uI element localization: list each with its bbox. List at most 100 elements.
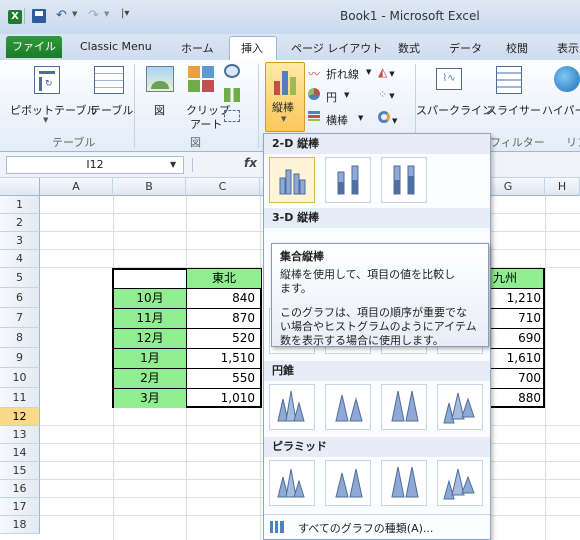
shapes-button[interactable]	[224, 64, 250, 84]
pivot-table-button[interactable]: ↻ ピボットテーブル ▼	[10, 64, 97, 130]
month-cell[interactable]: 11月	[114, 309, 186, 328]
picture-label: 図	[154, 104, 165, 117]
tooltip-text: ます。	[280, 282, 312, 295]
month-cell[interactable]: 12月	[114, 329, 186, 348]
header-tohoku[interactable]: 東北	[187, 269, 261, 288]
row-header-13[interactable]: 13	[0, 426, 40, 444]
row-header-1[interactable]: 1	[0, 196, 40, 214]
stacked-column-option[interactable]	[325, 157, 371, 203]
redo-icon[interactable]: ↷	[88, 9, 102, 23]
value-cell-g[interactable]: 700	[489, 369, 541, 388]
excel-icon[interactable]: X	[8, 10, 22, 24]
area-chart-button[interactable]: ◭ ▼	[378, 65, 408, 83]
row-header-18[interactable]: 18	[0, 516, 40, 534]
line-chart-icon: 〰	[308, 67, 321, 81]
column-header-c[interactable]: C	[186, 178, 260, 196]
value-cell-c[interactable]: 1,510	[187, 349, 255, 368]
other-charts-button[interactable]: ▼	[378, 111, 408, 129]
save-icon[interactable]	[32, 9, 46, 23]
clustered-column-option[interactable]	[269, 157, 315, 203]
month-cell[interactable]: 3月	[114, 389, 186, 408]
row-header-10[interactable]: 10	[0, 368, 40, 388]
name-box[interactable]: I12	[6, 156, 184, 174]
tab-file[interactable]: ファイル	[6, 36, 62, 58]
value-cell-g[interactable]: 880	[489, 389, 541, 408]
stacked-pyramid-option[interactable]	[325, 460, 371, 506]
row-header-4[interactable]: 4	[0, 250, 40, 268]
column-chart-button[interactable]: 縦棒 ▼	[265, 62, 305, 132]
row-header-16[interactable]: 16	[0, 480, 40, 498]
100-stacked-pyramid-option[interactable]	[381, 460, 427, 506]
bar-chart-button[interactable]: 横棒 ▼	[308, 111, 372, 129]
row-header-17[interactable]: 17	[0, 498, 40, 516]
value-cell-c[interactable]: 550	[187, 369, 255, 388]
line-chart-button[interactable]: 〰 折れ線 ▼	[308, 65, 374, 83]
insert-function-icon[interactable]: fx	[244, 156, 257, 170]
hyperlink-button[interactable]: ハイパー	[540, 64, 580, 130]
pie-chart-button[interactable]: 円 ▼	[308, 88, 356, 106]
row-header-15[interactable]: 15	[0, 462, 40, 480]
pyramid-option[interactable]	[269, 460, 315, 506]
row-header-8[interactable]: 8	[0, 328, 40, 348]
shapes-icon	[224, 64, 240, 78]
100-stacked-cone-option[interactable]	[381, 384, 427, 430]
tab-home[interactable]: ホーム	[181, 40, 214, 56]
doughnut-chart-icon	[378, 111, 390, 123]
row-header-11[interactable]: 11	[0, 388, 40, 408]
screenshot-button[interactable]	[224, 110, 250, 130]
value-cell-g[interactable]: 1,210	[489, 289, 541, 308]
value-cell-g[interactable]: 710	[489, 309, 541, 328]
select-all-corner[interactable]	[0, 178, 40, 196]
clipart-button[interactable]: クリップ アート	[180, 64, 230, 131]
slicer-icon	[496, 66, 522, 94]
scatter-chart-button[interactable]: ⁘ ▼	[378, 88, 408, 106]
row-header-12-selected[interactable]: 12	[0, 408, 40, 426]
row-header-9[interactable]: 9	[0, 348, 40, 368]
stacked-cone-option[interactable]	[325, 384, 371, 430]
tab-insert[interactable]: 挿入	[241, 40, 263, 56]
value-cell-c[interactable]: 870	[187, 309, 255, 328]
undo-dropdown-icon[interactable]: ▼	[72, 10, 77, 18]
100-stacked-column-option[interactable]	[381, 157, 427, 203]
sparkline-button[interactable]: ⌇∿ スパークライン	[416, 64, 493, 130]
row-header-2[interactable]: 2	[0, 214, 40, 232]
redo-dropdown-icon[interactable]: ▼	[104, 10, 109, 18]
customize-qat-icon[interactable]: |▾	[121, 8, 129, 19]
tab-review[interactable]: 校閲	[506, 40, 528, 56]
row-header-7[interactable]: 7	[0, 308, 40, 328]
tab-view[interactable]: 表示	[557, 40, 579, 56]
undo-icon[interactable]: ↶	[56, 9, 70, 23]
row-header-5[interactable]: 5	[0, 268, 40, 288]
value-cell-g[interactable]: 1,610	[489, 349, 541, 368]
all-chart-types-link[interactable]: すべてのグラフの種類(A)...	[264, 514, 490, 538]
slicer-button[interactable]: スライサー	[484, 64, 541, 130]
month-cell[interactable]: 10月	[114, 289, 186, 308]
group-figure-label: 図	[190, 136, 201, 149]
tab-formulas[interactable]: 数式	[398, 40, 420, 56]
tab-data[interactable]: データ	[449, 40, 482, 56]
3d-cone-option[interactable]	[437, 384, 483, 430]
row-header-6[interactable]: 6	[0, 288, 40, 308]
column-label: 縦棒	[272, 101, 294, 114]
header-kyushu[interactable]: 九州	[489, 269, 543, 288]
tab-classic-menu[interactable]: Classic Menu	[80, 40, 152, 53]
column-header-b[interactable]: B	[113, 178, 186, 196]
name-box-dropdown-icon[interactable]: ▼	[170, 160, 176, 169]
value-cell-c[interactable]: 520	[187, 329, 255, 348]
3d-pyramid-option[interactable]	[437, 460, 483, 506]
value-cell-c[interactable]: 840	[187, 289, 255, 308]
column-header-a[interactable]: A	[40, 178, 113, 196]
month-cell[interactable]: 2月	[114, 369, 186, 388]
month-cell[interactable]: 1月	[114, 349, 186, 368]
tooltip-title: 集合縦棒	[280, 250, 324, 263]
smartart-button[interactable]	[224, 88, 250, 108]
value-cell-g[interactable]: 690	[489, 329, 541, 348]
column-header-h[interactable]: H	[545, 178, 580, 196]
table-button[interactable]: テーブル	[88, 64, 133, 130]
picture-button[interactable]: 図	[142, 64, 176, 130]
tab-page-layout[interactable]: ページ レイアウト	[291, 40, 382, 56]
cone-option[interactable]	[269, 384, 315, 430]
value-cell-c[interactable]: 1,010	[187, 389, 255, 408]
row-header-14[interactable]: 14	[0, 444, 40, 462]
row-header-3[interactable]: 3	[0, 232, 40, 250]
